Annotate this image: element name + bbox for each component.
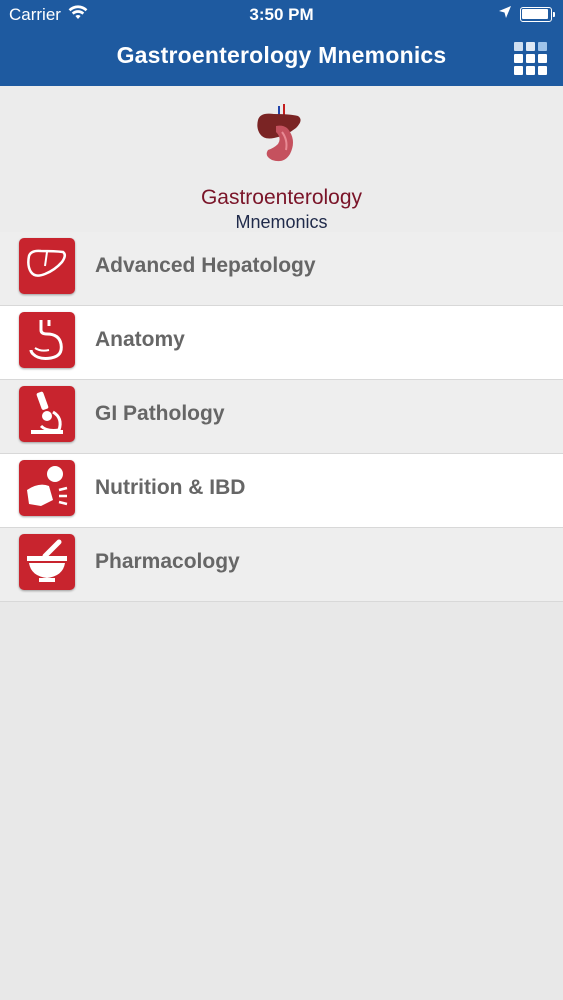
stomach-icon — [19, 312, 75, 368]
battery-icon — [520, 7, 555, 22]
list-item-gi-pathology[interactable]: GI Pathology — [0, 380, 563, 454]
grid-icon — [514, 54, 523, 63]
app-logo: Gastroenterology Mnemonics — [0, 86, 563, 232]
liver-stomach-logo-icon — [252, 104, 310, 166]
page-title: Gastroenterology Mnemonics — [116, 42, 447, 68]
list-item-label: Pharmacology — [95, 550, 240, 573]
grid-menu-button[interactable] — [514, 41, 548, 75]
mortar-pestle-icon — [19, 534, 75, 590]
list-item-anatomy[interactable]: Anatomy — [0, 306, 563, 380]
liver-icon — [19, 238, 75, 294]
list-item-advanced-hepatology[interactable]: Advanced Hepatology — [0, 232, 563, 306]
logo-subtitle: Mnemonics — [235, 212, 328, 232]
clock: 3:50 PM — [249, 5, 314, 24]
list-item-label: Advanced Hepatology — [95, 254, 316, 277]
list-item-label: GI Pathology — [95, 402, 225, 425]
list-item-label: Nutrition & IBD — [95, 476, 246, 499]
location-arrow-icon — [498, 4, 512, 24]
logo-title: Gastroenterology — [200, 186, 363, 209]
list-item-pharmacology[interactable]: Pharmacology — [0, 528, 563, 602]
category-list: Advanced Hepatology Anatomy GI Pathology — [0, 232, 563, 602]
list-item-label: Anatomy — [95, 328, 185, 351]
abdominal-pain-icon — [19, 460, 75, 516]
microscope-icon — [19, 386, 75, 442]
list-item-nutrition-ibd[interactable]: Nutrition & IBD — [0, 454, 563, 528]
app-header: Carrier 3:50 PM Gastroenterology Mnemoni… — [0, 0, 563, 86]
status-bar: Carrier 3:50 PM — [0, 0, 563, 30]
